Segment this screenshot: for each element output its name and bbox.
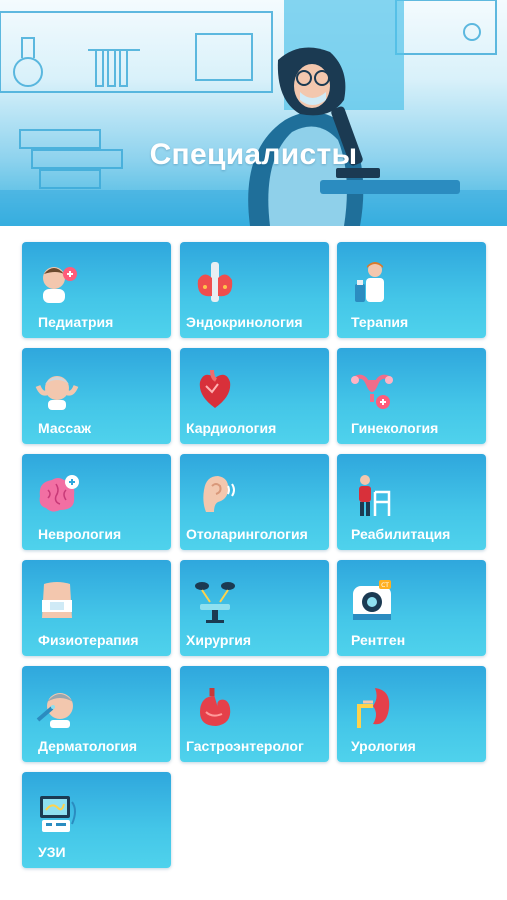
stomach-icon bbox=[200, 688, 231, 726]
specialty-tile-xray[interactable]: CT Рентген bbox=[337, 560, 486, 656]
specialty-tile-dermatology[interactable]: Дерматология bbox=[22, 666, 171, 762]
specialty-label: Реабилитация bbox=[351, 526, 451, 542]
heart-icon bbox=[199, 369, 231, 408]
specialty-label: Дерматология bbox=[38, 738, 137, 754]
specialty-label: Эндокринология bbox=[186, 314, 303, 330]
lab-illustration bbox=[0, 0, 507, 226]
ultrasound-icon bbox=[40, 796, 76, 832]
kidney-icon bbox=[357, 688, 390, 728]
svg-text:CT: CT bbox=[381, 582, 389, 589]
specialty-tile-ultrasound[interactable]: УЗИ bbox=[22, 772, 171, 868]
torso-icon bbox=[42, 582, 72, 618]
specialty-label: Физиотерапия bbox=[38, 632, 139, 648]
specialty-label: Массаж bbox=[38, 420, 92, 436]
specialty-tile-cardiology[interactable]: Кардиология bbox=[180, 348, 329, 444]
specialty-label: Кардиология bbox=[186, 420, 277, 436]
specialty-label: Отоларингология bbox=[186, 526, 308, 542]
ear-icon bbox=[203, 476, 235, 512]
specialty-label: Гастроэнтеролог bbox=[186, 738, 304, 754]
thyroid-icon bbox=[197, 262, 233, 302]
specialty-label: Педиатрия bbox=[38, 314, 114, 330]
specialty-tile-otolaryngology[interactable]: Отоларингология bbox=[180, 454, 329, 550]
walker-icon bbox=[359, 475, 391, 516]
header-banner: Специалисты bbox=[0, 0, 507, 226]
specialty-label: Гинекология bbox=[351, 420, 439, 436]
specialty-tile-surgery[interactable]: Хирургия bbox=[180, 560, 329, 656]
specialty-label: Урология bbox=[351, 738, 416, 754]
specialty-label: УЗИ bbox=[38, 844, 66, 860]
specialty-tile-massage[interactable]: Массаж bbox=[22, 348, 171, 444]
massage-icon bbox=[35, 376, 79, 410]
specialty-tile-gynecology[interactable]: Гинекология bbox=[337, 348, 486, 444]
specialty-label: Хирургия bbox=[186, 632, 252, 648]
specialty-tile-neurology[interactable]: Неврология bbox=[22, 454, 171, 550]
page-title: Специалисты bbox=[149, 138, 358, 171]
specialty-tile-physiotherapy[interactable]: Физиотерапия bbox=[22, 560, 171, 656]
ct-scanner-icon: CT bbox=[353, 580, 391, 620]
uterus-icon bbox=[351, 374, 393, 409]
specialty-tile-urology[interactable]: Урология bbox=[337, 666, 486, 762]
specialty-label: Терапия bbox=[351, 314, 409, 330]
surgery-lamp-icon bbox=[195, 582, 235, 623]
specialty-tile-gastroenterology[interactable]: Гастроэнтеролог bbox=[180, 666, 329, 762]
specialty-tile-therapy[interactable]: Терапия bbox=[337, 242, 486, 338]
specialty-label: Неврология bbox=[38, 526, 122, 542]
specialty-tile-pediatrics[interactable]: Педиатрия bbox=[22, 242, 171, 338]
baby-icon bbox=[43, 267, 77, 303]
specialty-tile-endocrinology[interactable]: Эндокринология bbox=[180, 242, 329, 338]
specialty-label: Рентген bbox=[351, 632, 406, 648]
therapist-icon bbox=[355, 262, 384, 302]
specialty-tile-rehabilitation[interactable]: Реабилитация bbox=[337, 454, 486, 550]
face-treatment-icon bbox=[36, 693, 73, 728]
brain-icon bbox=[39, 475, 79, 512]
